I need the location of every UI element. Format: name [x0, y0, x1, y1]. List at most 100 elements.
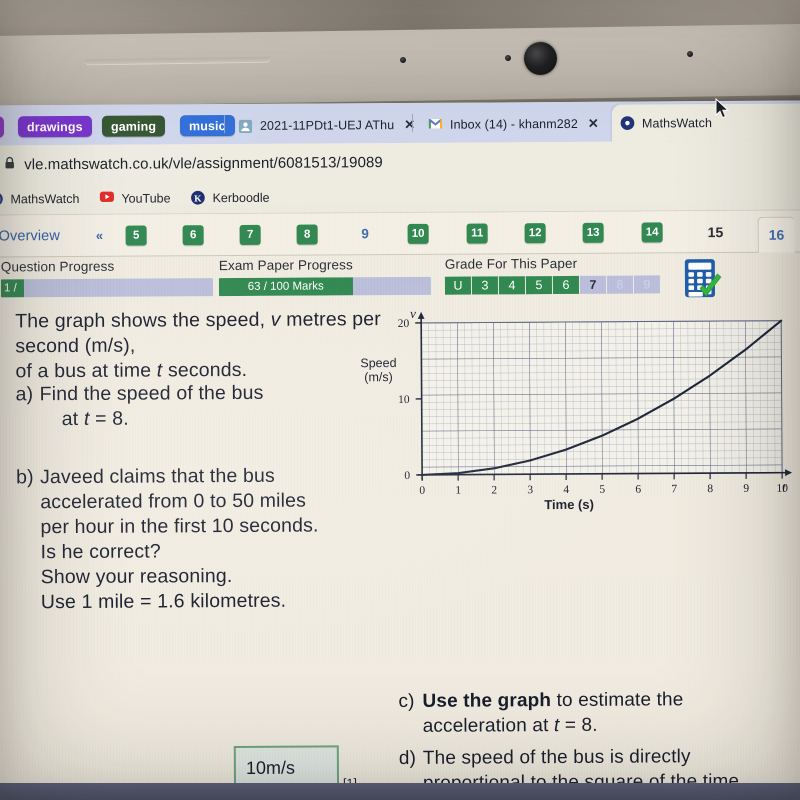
- graph-svg: 0 10 20 0 1 2 3 4 5 6 7 8 9 10: [398, 311, 793, 497]
- laptop-screen: drawings gaming music 2021-11PDt1-UEJ AT…: [0, 100, 800, 800]
- part-b-line5: Show your reasoning.: [40, 565, 233, 589]
- bookmark-mathswatch[interactable]: MathsWatch: [0, 191, 79, 207]
- question-nav-item-12[interactable]: 12: [524, 223, 546, 244]
- part-b-line2: accelerated from 0 to 50 miles: [40, 489, 307, 514]
- collapse-chevron-icon[interactable]: «: [96, 228, 103, 243]
- question-progress-fill: 1 /: [0, 279, 25, 298]
- y-axis-symbol: v: [410, 305, 416, 321]
- tab-title: 2021-11PDt1-UEJ AThu: [259, 118, 395, 133]
- grade-label: Grade For This Paper: [444, 255, 578, 272]
- bezel-sensor-dot: [504, 54, 512, 62]
- mathswatch-icon: [0, 191, 3, 206]
- browser-tab-gmail[interactable]: Inbox (14) - khanm282 ✕: [420, 106, 607, 143]
- bookmark-youtube[interactable]: YouTube: [99, 190, 171, 206]
- grade-cell-4: 4: [498, 276, 527, 295]
- question-nav-item-11[interactable]: 11: [466, 223, 488, 244]
- part-c-line1-rest: to estimate the: [551, 689, 684, 712]
- grade-scale: U 3 4 5 6 7 8 9: [444, 275, 662, 295]
- browser-tab-pdf[interactable]: 2021-11PDt1-UEJ AThu ✕: [230, 107, 423, 144]
- mathswatch-assignment-page: Overview « 5 6 7 8 9 10 11 12 13 14 15 1…: [0, 210, 800, 800]
- exam-progress-fill: 63 / 100 Marks: [218, 277, 353, 297]
- question-nav-item-16[interactable]: 16: [757, 216, 795, 253]
- part-c-line2-post: = 8.: [559, 714, 598, 736]
- youtube-icon: [99, 191, 114, 206]
- svg-text:0: 0: [404, 470, 410, 482]
- stem-text-2: of a bus at time: [15, 359, 157, 383]
- part-c-line1-bold: Use the graph: [422, 690, 552, 712]
- part-b-line1: Javeed claims that the bus: [40, 464, 275, 489]
- part-b-text: Javeed claims that the bus accelerated f…: [40, 463, 381, 615]
- browser-tab-strip: drawings gaming music 2021-11PDt1-UEJ AT…: [0, 100, 800, 146]
- part-b-line6: Use 1 mile = 1.6 kilometres.: [40, 589, 287, 614]
- bezel-sensor-dot: [686, 50, 694, 58]
- url-text: vle.mathswatch.co.uk/vle/assignment/6081…: [24, 153, 383, 173]
- part-c-line2-pre: acceleration at: [422, 714, 554, 737]
- overview-link[interactable]: Overview: [0, 228, 60, 244]
- grade-cell-7: 7: [579, 275, 608, 294]
- question-progress-label: Question Progress: [0, 258, 115, 275]
- question-content: The graph shows the speed, v metres per …: [0, 305, 800, 800]
- svg-text:7: 7: [671, 483, 677, 495]
- svg-text:0: 0: [419, 485, 425, 497]
- question-nav-item-7[interactable]: 7: [239, 224, 261, 245]
- svg-text:1: 1: [455, 485, 461, 497]
- svg-text:2: 2: [491, 484, 497, 496]
- bookmark-label: MathsWatch: [10, 191, 80, 206]
- mathswatch-icon: [620, 116, 635, 131]
- svg-text:5: 5: [599, 484, 605, 496]
- kerboodle-icon: K: [191, 190, 206, 205]
- bookmarks-bar: MathsWatch YouTube K Kerboodle: [0, 178, 800, 216]
- question-nav-item-9[interactable]: 9: [355, 224, 376, 244]
- part-c-marker: c): [398, 690, 415, 713]
- part-a-line1: Find the speed of the bus: [39, 381, 264, 406]
- question-navigation-bar: Overview « 5 6 7 8 9 10 11 12 13 14 15 1…: [0, 210, 800, 258]
- bookmark-label: YouTube: [121, 190, 171, 206]
- question-nav-item-6[interactable]: 6: [182, 225, 204, 246]
- gmail-icon: [428, 117, 443, 132]
- browser-tab-mathswatch-active[interactable]: MathsWatch: [611, 103, 800, 142]
- stem-text-2b: seconds.: [162, 358, 248, 382]
- question-progress-bar: 1 /: [0, 278, 214, 298]
- svg-text:8: 8: [707, 483, 713, 495]
- grade-cell-u: U: [444, 276, 473, 295]
- address-bar[interactable]: vle.mathswatch.co.uk/vle/assignment/6081…: [4, 154, 383, 173]
- part-d-marker: d): [398, 747, 417, 770]
- grade-cell-3: 3: [471, 276, 500, 295]
- speed-time-graph: 0 10 20 0 1 2 3 4 5 6 7 8 9 10 v t Speed…: [360, 305, 793, 513]
- question-nav-item-10[interactable]: 10: [407, 223, 429, 244]
- exam-progress-label: Exam Paper Progress: [218, 257, 353, 274]
- bookmark-label: Kerboodle: [212, 190, 270, 205]
- question-stem: The graph shows the speed, v metres per …: [15, 307, 395, 384]
- bezel-sensor-dot: [399, 56, 407, 64]
- tab-separator: [223, 115, 226, 134]
- tab-group-gaming[interactable]: gaming: [101, 115, 166, 137]
- grade-cell-8: 8: [606, 275, 635, 294]
- part-a-marker: a): [15, 383, 34, 406]
- tab-group-drawings[interactable]: drawings: [17, 115, 92, 138]
- browser-toolbar: vle.mathswatch.co.uk/vle/assignment/6081…: [0, 140, 800, 184]
- tab-group-music[interactable]: music: [179, 115, 235, 137]
- svg-text:20: 20: [398, 318, 410, 330]
- x-axis-label: Time (s): [544, 496, 594, 513]
- close-icon[interactable]: ✕: [404, 117, 415, 133]
- stem-text-1: The graph shows the speed,: [15, 308, 271, 333]
- question-nav-item-8[interactable]: 8: [296, 224, 318, 245]
- bookmark-kerboodle[interactable]: K Kerboodle: [191, 190, 270, 205]
- question-nav-item-5[interactable]: 5: [125, 225, 147, 246]
- tab-title: MathsWatch: [641, 115, 713, 131]
- svg-text:3: 3: [527, 484, 533, 496]
- part-b-marker: b): [16, 466, 34, 489]
- svg-text:K: K: [194, 194, 202, 204]
- close-icon[interactable]: ✕: [588, 116, 599, 132]
- y-axis-label: Speed (m/s): [360, 356, 397, 385]
- question-nav-item-14[interactable]: 14: [641, 222, 663, 243]
- calculator-allowed-icon: [680, 257, 726, 303]
- tab-group-partial[interactable]: [0, 116, 5, 138]
- part-c-text: Use the graph to estimate the accelerati…: [422, 688, 762, 739]
- question-nav-item-15[interactable]: 15: [704, 222, 728, 242]
- part-b-line4: Is he correct?: [40, 540, 161, 564]
- grade-cell-9: 9: [633, 275, 662, 294]
- question-nav-item-13[interactable]: 13: [582, 222, 604, 243]
- svg-text:9: 9: [743, 483, 749, 495]
- part-a-line2-pre: at: [61, 407, 84, 431]
